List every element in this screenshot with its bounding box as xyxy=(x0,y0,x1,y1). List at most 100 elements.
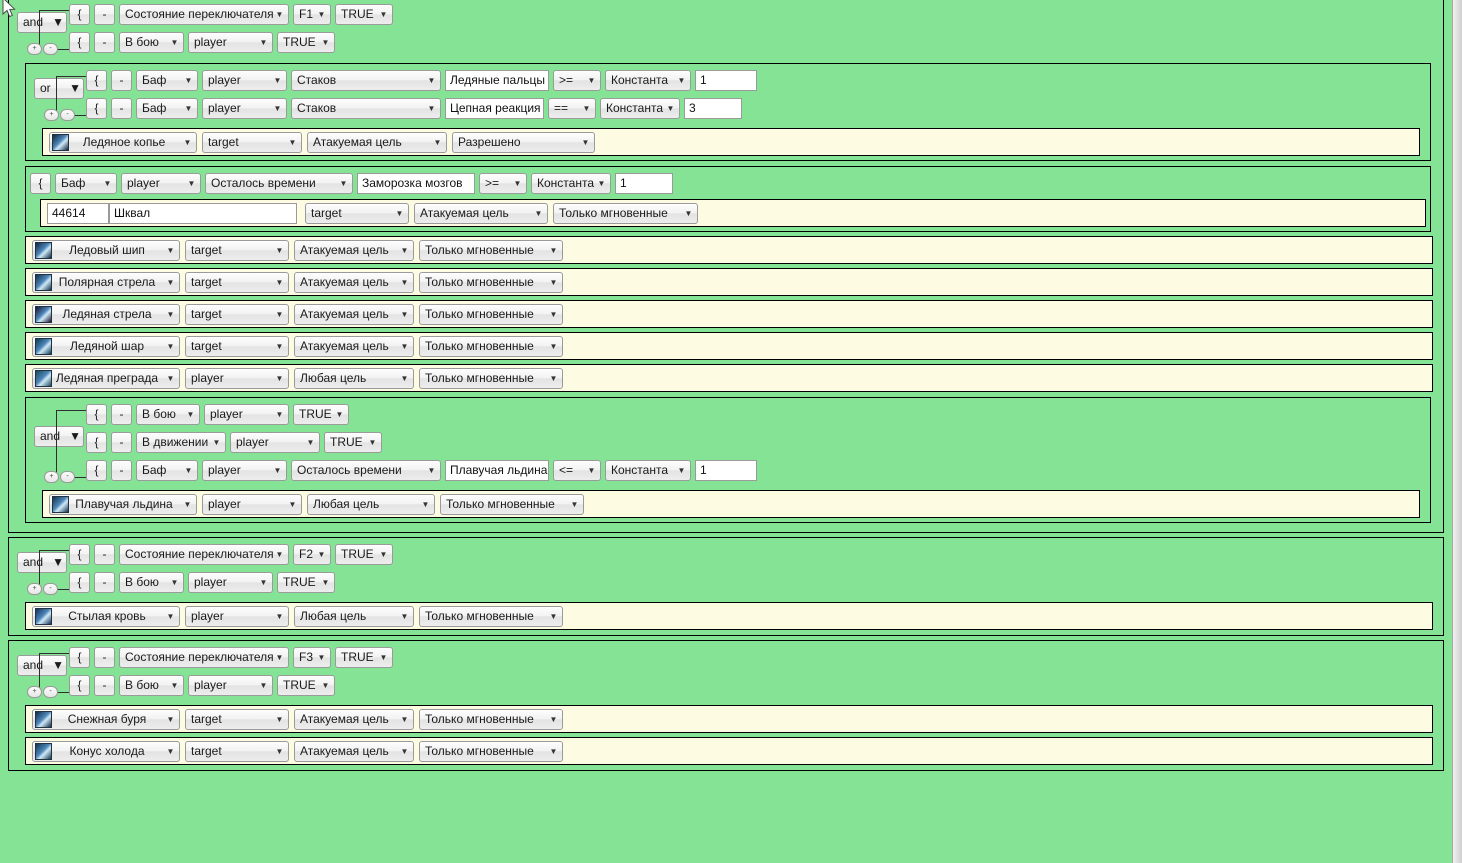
action-row[interactable]: Ледяная преграда▼player▼Любая цель▼Тольк… xyxy=(25,364,1433,392)
spell-select[interactable]: Ледовый шип▼ xyxy=(32,240,180,261)
value-source-select[interactable]: Константа▼ xyxy=(605,70,691,91)
condition-type-select[interactable]: Баф▼ xyxy=(136,460,198,481)
action-cast-mode-select[interactable]: Только мгновенные▼ xyxy=(419,272,563,293)
action-unit-select[interactable]: target▼ xyxy=(305,203,409,224)
group-brace-button[interactable]: { xyxy=(30,173,51,194)
remove-row-button[interactable]: - xyxy=(111,70,132,91)
value-input[interactable]: 1 xyxy=(695,460,757,481)
action-targeting-select[interactable]: Атакуемая цель▼ xyxy=(294,336,414,357)
action-unit-select[interactable]: player▼ xyxy=(185,606,289,627)
action-unit-select[interactable]: target▼ xyxy=(185,741,289,762)
condition-type-select[interactable]: Баф▼ xyxy=(136,70,198,91)
condition-type-select[interactable]: В движении▼ xyxy=(136,432,226,453)
action-targeting-select[interactable]: Любая цель▼ xyxy=(294,606,414,627)
comparison-select[interactable]: <=▼ xyxy=(553,460,601,481)
comparison-select[interactable]: >=▼ xyxy=(479,173,527,194)
spell-select[interactable]: Ледяное копье▼ xyxy=(49,132,197,153)
comparison-select[interactable]: >=▼ xyxy=(553,70,601,91)
unit-select[interactable]: player▼ xyxy=(202,460,287,481)
action-row[interactable]: Конус холода▼target▼Атакуемая цель▼Тольк… xyxy=(25,737,1433,765)
group-brace-button[interactable]: { xyxy=(86,460,107,481)
hotkey-select[interactable]: F1▼ xyxy=(293,4,331,25)
unit-select[interactable]: player▼ xyxy=(230,432,320,453)
unit-select[interactable]: player▼ xyxy=(188,32,273,53)
action-cast-mode-select[interactable]: Только мгновенные▼ xyxy=(419,336,563,357)
spell-select[interactable]: Конус холода▼ xyxy=(32,741,180,762)
remove-row-button[interactable]: - xyxy=(94,32,115,53)
action-row[interactable]: Ледяная стрела▼target▼Атакуемая цель▼Тол… xyxy=(25,300,1433,328)
value-source-select[interactable]: Константа▼ xyxy=(605,460,691,481)
add-condition-button[interactable]: + xyxy=(27,583,42,595)
action-cast-mode-select[interactable]: Только мгновенные▼ xyxy=(553,203,698,224)
condition-type-select[interactable]: В бою▼ xyxy=(119,675,184,696)
boolean-select[interactable]: TRUE▼ xyxy=(335,647,393,668)
remove-row-button[interactable]: - xyxy=(111,404,132,425)
action-targeting-select[interactable]: Любая цель▼ xyxy=(294,368,414,389)
logic-operator-select[interactable]: and▼ xyxy=(17,552,67,573)
remove-condition-button[interactable]: - xyxy=(43,43,58,55)
unit-select[interactable]: player▼ xyxy=(204,404,289,425)
action-targeting-select[interactable]: Атакуемая цель▼ xyxy=(294,240,414,261)
add-condition-button[interactable]: + xyxy=(44,471,59,483)
action-row[interactable]: Снежная буря▼target▼Атакуемая цель▼Тольк… xyxy=(25,705,1433,733)
remove-condition-button[interactable]: - xyxy=(60,109,75,121)
property-select[interactable]: Стаков▼ xyxy=(291,70,441,91)
boolean-select[interactable]: TRUE▼ xyxy=(277,32,335,53)
action-unit-select[interactable]: target▼ xyxy=(185,272,289,293)
action-cast-mode-select[interactable]: Только мгновенные▼ xyxy=(419,240,563,261)
action-row[interactable]: Полярная стрела▼target▼Атакуемая цель▼То… xyxy=(25,268,1433,296)
group-brace-button[interactable]: { xyxy=(69,32,90,53)
condition-type-select[interactable]: В бою▼ xyxy=(136,404,200,425)
action-row[interactable]: Ледовый шип▼target▼Атакуемая цель▼Только… xyxy=(25,236,1433,264)
condition-type-select[interactable]: В бою▼ xyxy=(119,572,184,593)
remove-row-button[interactable]: - xyxy=(94,4,115,25)
value-input[interactable]: 3 xyxy=(684,98,742,119)
action-row[interactable]: Ледяной шар▼target▼Атакуемая цель▼Только… xyxy=(25,332,1433,360)
action-cast-mode-select[interactable]: Только мгновенные▼ xyxy=(419,304,563,325)
value-input[interactable]: 1 xyxy=(695,70,757,91)
condition-type-select[interactable]: В бою▼ xyxy=(119,32,184,53)
comparison-select[interactable]: ==▼ xyxy=(548,98,596,119)
action-targeting-select[interactable]: Атакуемая цель▼ xyxy=(294,304,414,325)
condition-type-select[interactable]: Баф▼ xyxy=(55,173,117,194)
property-select[interactable]: Осталось времени▼ xyxy=(205,173,353,194)
group-brace-button[interactable]: { xyxy=(69,647,90,668)
action-unit-select[interactable]: target▼ xyxy=(185,304,289,325)
action-cast-mode-select[interactable]: Разрешено▼ xyxy=(452,132,595,153)
boolean-select[interactable]: TRUE▼ xyxy=(277,675,335,696)
hotkey-select[interactable]: F2▼ xyxy=(293,544,331,565)
logic-operator-select[interactable]: and▼ xyxy=(17,655,67,676)
remove-row-button[interactable]: - xyxy=(111,432,132,453)
spell-select[interactable]: Ледяной шар▼ xyxy=(32,336,180,357)
remove-row-button[interactable]: - xyxy=(111,98,132,119)
action-row[interactable]: Плавучая льдина▼player▼Любая цель▼Только… xyxy=(42,490,1420,518)
boolean-select[interactable]: TRUE▼ xyxy=(335,544,393,565)
property-select[interactable]: Осталось времени▼ xyxy=(291,460,441,481)
boolean-select[interactable]: TRUE▼ xyxy=(293,404,349,425)
aura-name-input[interactable]: Ледяные пальцы xyxy=(445,70,549,91)
action-unit-select[interactable]: target▼ xyxy=(185,336,289,357)
action-cast-mode-select[interactable]: Только мгновенные▼ xyxy=(419,606,563,627)
action-unit-select[interactable]: player▼ xyxy=(202,494,302,515)
action-cast-mode-select[interactable]: Только мгновенные▼ xyxy=(419,709,563,730)
action-unit-select[interactable]: target▼ xyxy=(202,132,302,153)
property-select[interactable]: Стаков▼ xyxy=(291,98,441,119)
action-targeting-select[interactable]: Атакуемая цель▼ xyxy=(307,132,447,153)
hotkey-select[interactable]: F3▼ xyxy=(293,647,331,668)
action-cast-mode-select[interactable]: Только мгновенные▼ xyxy=(419,741,563,762)
action-cast-mode-select[interactable]: Только мгновенные▼ xyxy=(440,494,584,515)
group-brace-button[interactable]: { xyxy=(86,404,107,425)
group-brace-button[interactable]: { xyxy=(69,544,90,565)
add-condition-button[interactable]: + xyxy=(27,43,42,55)
aura-name-input[interactable]: Цепная реакция xyxy=(445,98,544,119)
value-source-select[interactable]: Константа▼ xyxy=(600,98,680,119)
add-condition-button[interactable]: + xyxy=(27,686,42,698)
remove-row-button[interactable]: - xyxy=(94,572,115,593)
remove-row-button[interactable]: - xyxy=(94,544,115,565)
spell-select[interactable]: Полярная стрела▼ xyxy=(32,272,180,293)
action-targeting-select[interactable]: Любая цель▼ xyxy=(307,494,435,515)
spell-select[interactable]: Плавучая льдина▼ xyxy=(49,494,197,515)
aura-name-input[interactable]: Заморозка мозгов xyxy=(357,173,475,194)
action-unit-select[interactable]: target▼ xyxy=(185,709,289,730)
group-brace-button[interactable]: { xyxy=(86,98,107,119)
